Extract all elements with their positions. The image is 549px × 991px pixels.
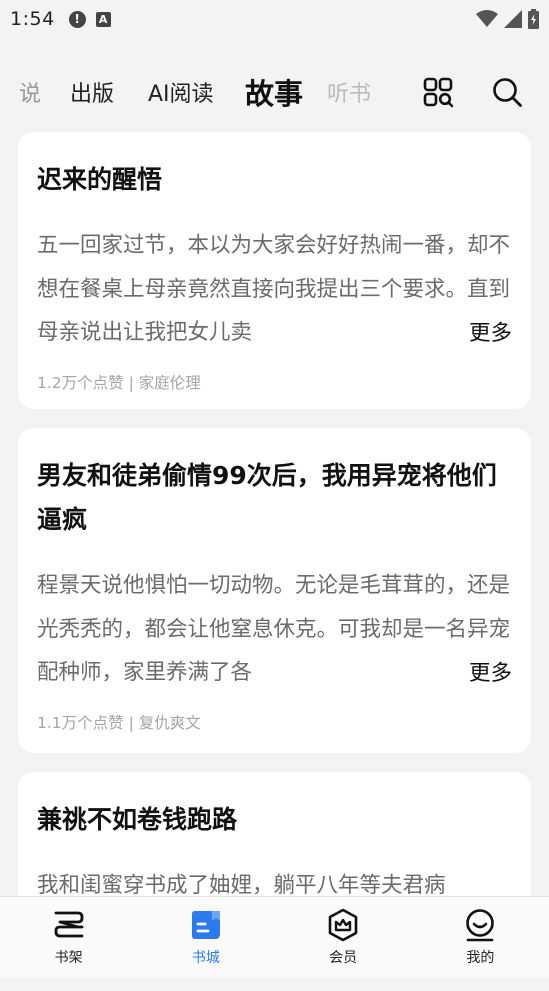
battery-icon — [528, 9, 539, 29]
nav-label: 会员 — [329, 950, 358, 966]
story-excerpt-text: 我和闺蜜穿书成了妯娌，躺平八年等夫君病 — [37, 873, 446, 898]
story-title[interactable]: 兼祧不如卷钱跑路 — [37, 798, 512, 842]
nav-label: 书城 — [191, 950, 220, 966]
bookstore-icon — [191, 911, 220, 939]
tab-ai-reading[interactable]: AI阅读 — [148, 76, 214, 108]
category-tab-bar: 说 出版 AI阅读 故事 听书 — [0, 60, 549, 124]
tab-publish[interactable]: 出版 — [70, 76, 114, 108]
story-excerpt: 程景天说他惧怕一切动物。无论是毛茸茸的，还是光秃秃的，都会让他窒息休克。可我却是… — [37, 564, 512, 695]
nav-label: 书架 — [54, 950, 83, 966]
bottom-nav: 书架 书城 会员 我的 — [0, 896, 549, 977]
nav-label: 我的 — [466, 950, 495, 966]
profile-face-icon — [466, 909, 495, 942]
story-feed: 迟来的醒悟 五一回家过节，本以为大家会好好热闹一番，却不想在餐桌上母亲竟然直接向… — [18, 132, 531, 991]
story-card[interactable]: 迟来的醒悟 五一回家过节，本以为大家会好好热闹一番，却不想在餐桌上母亲竟然直接向… — [18, 132, 531, 409]
nav-bookshelf[interactable]: 书架 — [0, 897, 137, 977]
story-title[interactable]: 迟来的醒悟 — [37, 158, 512, 202]
search-icon[interactable] — [491, 76, 523, 108]
story-title[interactable]: 男友和徒弟偷情99次后，我用异宠将他们逼疯 — [37, 454, 512, 542]
membership-crown-icon — [328, 908, 358, 942]
nav-bookstore[interactable]: 书城 — [137, 897, 274, 977]
wifi-icon — [476, 10, 498, 27]
story-excerpt: 五一回家过节，本以为大家会好好热闹一番，却不想在餐桌上母亲竟然直接向我提出三个要… — [37, 224, 512, 355]
apps-grid-icon[interactable] — [422, 76, 454, 108]
status-bar: 1:54 ! A — [0, 0, 549, 38]
nav-membership[interactable]: 会员 — [275, 897, 412, 977]
tab-story[interactable]: 故事 — [245, 71, 303, 113]
alert-icon: ! — [68, 10, 86, 28]
story-meta: 1.2万个点赞 | 家庭伦理 — [37, 374, 201, 392]
story-meta: 1.1万个点赞 | 复仇爽文 — [37, 714, 201, 732]
tab-novel[interactable]: 说 — [19, 76, 41, 108]
more-link[interactable]: 更多 — [434, 651, 512, 695]
story-card[interactable]: 男友和徒弟偷情99次后，我用异宠将他们逼疯 程景天说他惧怕一切动物。无论是毛茸茸… — [18, 428, 531, 753]
more-link[interactable]: 更多 — [434, 311, 512, 355]
bookshelf-icon — [54, 911, 84, 938]
a-notification-icon: A — [95, 11, 111, 27]
signal-icon — [504, 10, 522, 28]
status-time: 1:54 — [10, 8, 55, 30]
nav-profile[interactable]: 我的 — [412, 897, 549, 977]
tab-audiobook[interactable]: 听书 — [327, 76, 371, 108]
